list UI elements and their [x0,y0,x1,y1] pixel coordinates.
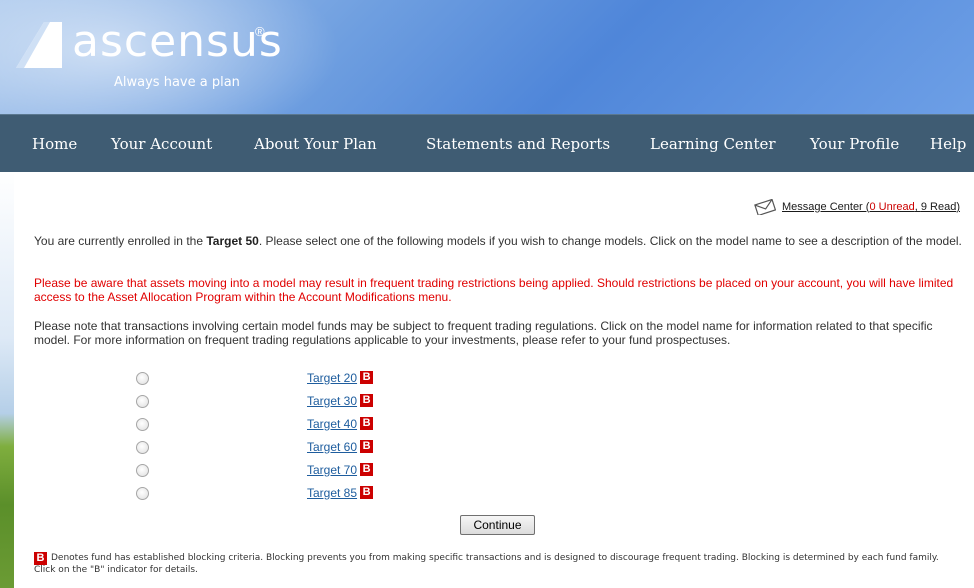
trading-warning: Please be aware that assets moving into … [34,276,954,304]
model-link[interactable]: Target 30 B [307,394,374,408]
footnote-text: Denotes fund has established blocking cr… [34,553,939,575]
blocking-badge[interactable]: B [360,371,374,384]
footnote-blocking-badge: B [34,552,47,565]
nav-help[interactable]: Help [930,135,966,153]
ascensus-logo-icon [16,22,62,68]
model-link[interactable]: Target 20 B [307,371,374,385]
brand-name: ascensus [72,16,283,67]
brand-registered-mark: ® [255,24,265,39]
nav-about-your-plan[interactable]: About Your Plan [254,135,377,153]
brand-tagline: Always have a plan [114,75,240,90]
model-radio[interactable] [136,464,149,477]
model-radio[interactable] [136,372,149,385]
blocking-badge[interactable]: B [360,394,374,407]
model-name: Target 60 [307,440,358,454]
model-radio[interactable] [136,395,149,408]
message-center: Message Center (0 Unread, 9 Read) [754,199,960,215]
model-link[interactable]: Target 60 B [307,440,374,454]
blocking-badge[interactable]: B [360,417,374,430]
main-nav: Home Your Account About Your Plan Statem… [0,114,974,172]
enrollment-text: You are currently enrolled in the Target… [34,234,962,248]
message-center-link[interactable]: Message Center (0 Unread, 9 Read) [782,201,960,213]
message-close-paren: ) [956,200,960,213]
nav-home[interactable]: Home [32,135,77,153]
nav-your-profile[interactable]: Your Profile [810,135,899,153]
site-header: ascensus ® Always have a plan [0,0,974,114]
model-radio[interactable] [136,441,149,454]
blocking-badge[interactable]: B [360,486,374,499]
unread-count: 0 Unread [869,200,915,213]
model-radio[interactable] [136,418,149,431]
model-name: Target 85 [307,486,358,500]
enrollment-text-after: . Please select one of the following mod… [258,234,962,248]
side-decoration [0,172,14,588]
blocking-badge[interactable]: B [360,440,374,453]
model-radio[interactable] [136,487,149,500]
model-name: Target 40 [307,417,358,431]
nav-learning-center[interactable]: Learning Center [650,135,776,153]
blocking-footnote: B Denotes fund has established blocking c… [34,552,962,576]
enrollment-text-before: You are currently enrolled in the [34,234,207,248]
envelope-icon [754,199,777,215]
blocking-badge[interactable]: B [360,463,374,476]
read-count: 9 Read [920,200,957,213]
continue-button[interactable]: Continue [460,515,535,535]
current-model: Target 50 [206,234,259,248]
nav-statements-and-reports[interactable]: Statements and Reports [426,135,610,153]
trading-note: Please note that transactions involving … [34,319,933,347]
model-name: Target 70 [307,463,358,477]
model-link[interactable]: Target 40 B [307,417,374,431]
model-name: Target 20 [307,371,358,385]
model-name: Target 30 [307,394,358,408]
message-center-label: Message Center ( [782,200,870,213]
nav-your-account[interactable]: Your Account [111,135,212,153]
model-link[interactable]: Target 85 B [307,486,374,500]
model-link[interactable]: Target 70 B [307,463,374,477]
